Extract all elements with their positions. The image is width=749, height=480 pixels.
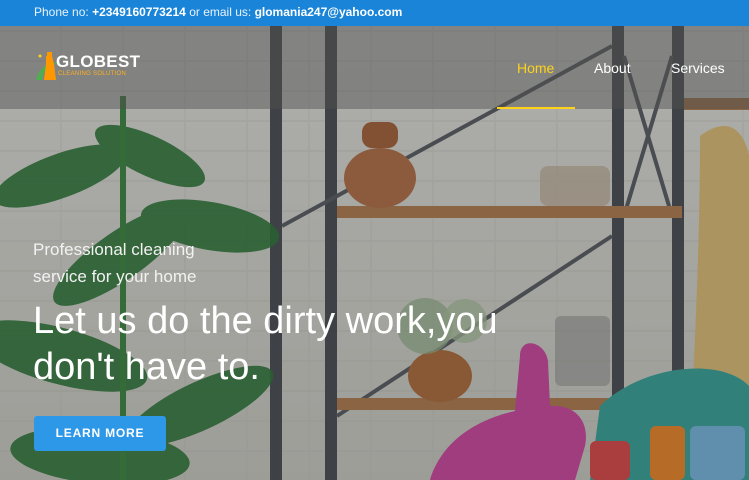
contact-bar: Phone no: +2349160773214 or email us: gl… [0,0,749,26]
email-address[interactable]: glomania247@yahoo.com [255,5,403,19]
phone-label: Phone no: [34,5,89,19]
brand-logo[interactable]: GLOBEST CLEANING SOLUTION [34,50,144,90]
brand-name: GLOBEST [56,52,141,71]
phone-number[interactable]: +2349160773214 [92,5,186,19]
brand-subtitle: CLEANING SOLUTION [58,71,127,77]
email-label: or email us: [189,5,252,19]
contact-info: Phone no: +2349160773214 or email us: gl… [34,0,402,24]
learn-more-button[interactable]: LEARN MORE [34,416,166,451]
nav-services[interactable]: Services [671,60,725,76]
nav-about[interactable]: About [594,60,631,76]
hero-headline: Let us do the dirty work,you don't have … [33,300,498,388]
hero-tagline: Professional cleaning service for your h… [33,240,197,286]
nav-active-indicator [497,107,575,109]
nav-home[interactable]: Home [517,60,554,76]
